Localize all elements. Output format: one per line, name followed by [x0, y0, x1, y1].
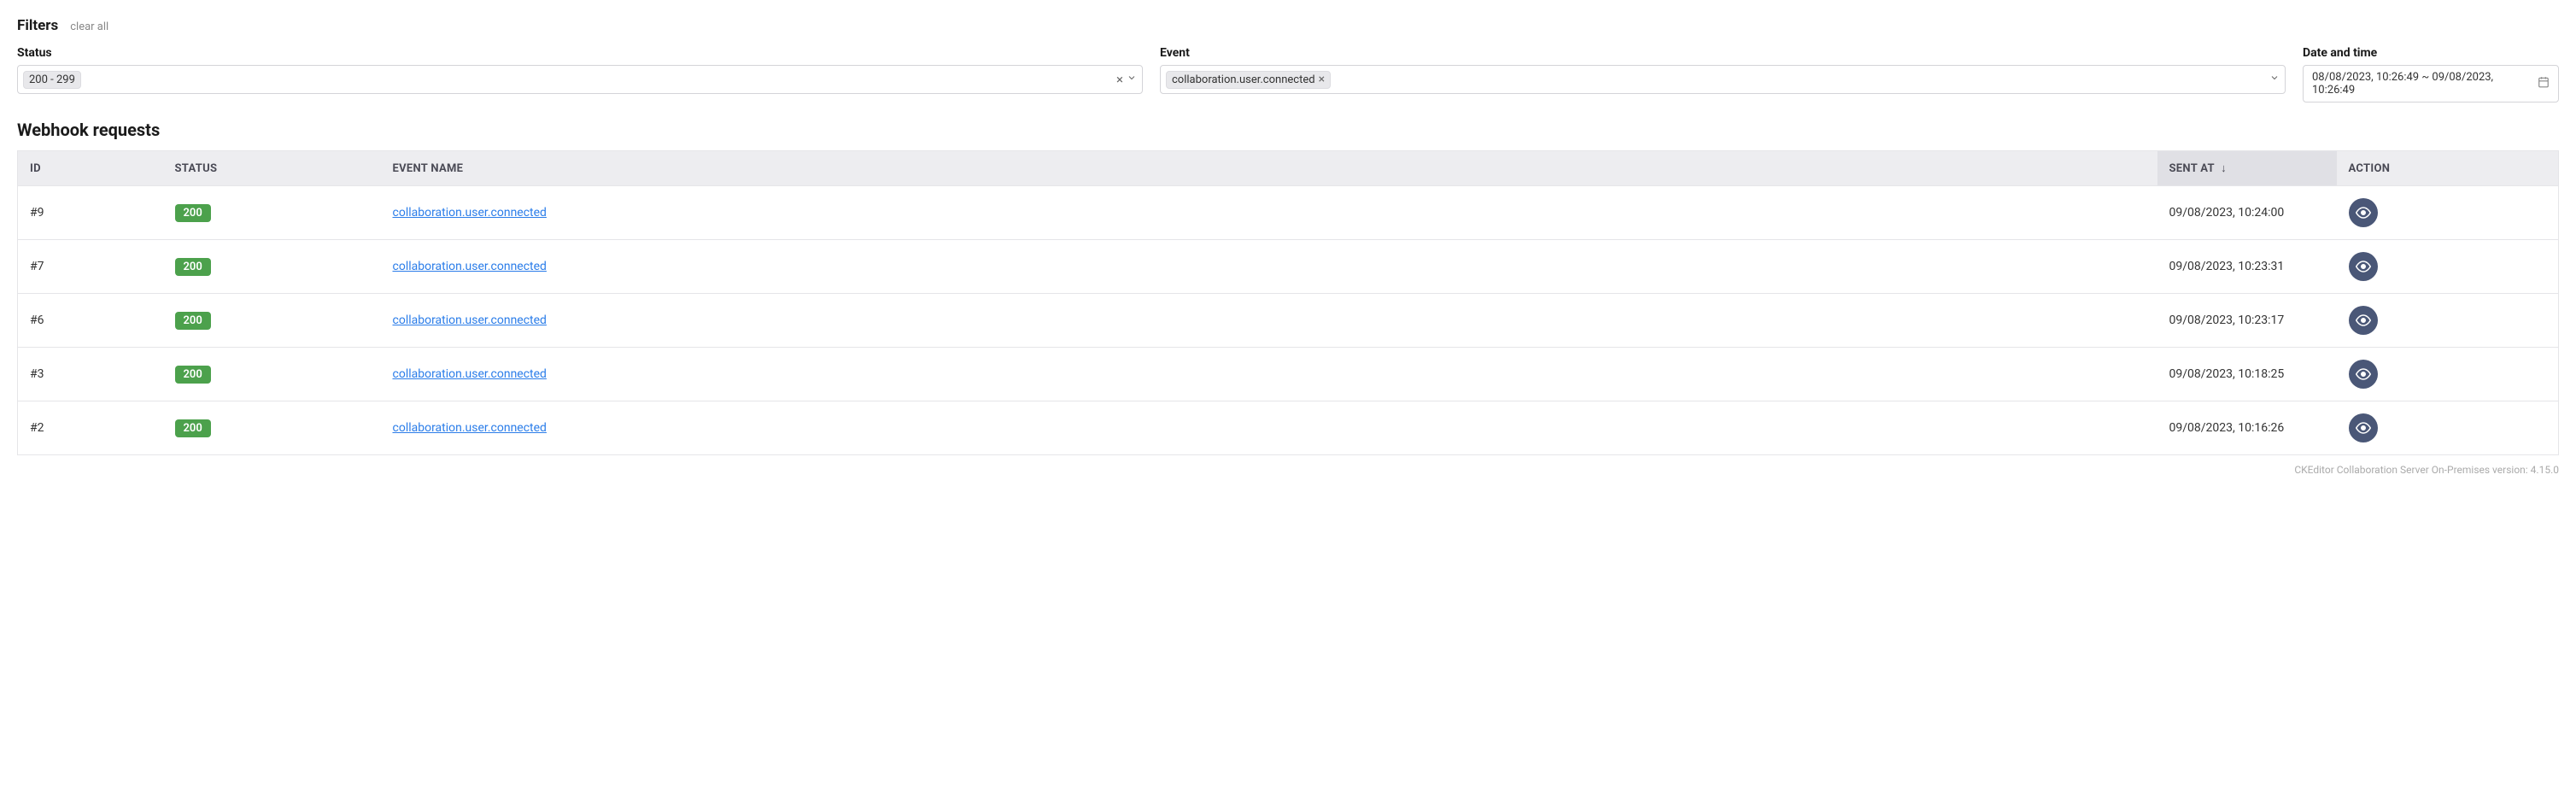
footer-version: CKEditor Collaboration Server On-Premise…	[17, 464, 2559, 476]
filters-title: Filters	[17, 17, 58, 34]
event-link[interactable]: collaboration.user.connected	[393, 421, 547, 435]
eye-icon	[2356, 205, 2371, 220]
view-button[interactable]	[2349, 413, 2378, 442]
cell-id: #7	[18, 240, 163, 294]
th-sent-label: SENT AT	[2169, 162, 2215, 175]
event-tag-label: collaboration.user.connected	[1172, 73, 1315, 86]
status-badge: 200	[175, 419, 211, 437]
view-button[interactable]	[2349, 252, 2378, 281]
th-status[interactable]: STATUS	[163, 151, 381, 186]
cell-sent-at: 09/08/2023, 10:24:00	[2157, 186, 2337, 240]
th-event[interactable]: EVENT NAME	[381, 151, 2157, 186]
status-select[interactable]: 200 - 299 ×	[17, 65, 1143, 94]
cell-id: #9	[18, 186, 163, 240]
chevron-down-icon[interactable]	[2269, 73, 2280, 86]
cell-id: #2	[18, 401, 163, 455]
section-title: Webhook requests	[17, 120, 2559, 140]
webhook-requests-table: ID STATUS EVENT NAME SENT AT ↓ ACTION #9…	[17, 150, 2559, 455]
calendar-icon[interactable]	[2538, 76, 2550, 91]
event-link[interactable]: collaboration.user.connected	[393, 313, 547, 327]
event-tag: collaboration.user.connected ×	[1166, 71, 1331, 89]
cell-sent-at: 09/08/2023, 10:23:31	[2157, 240, 2337, 294]
eye-icon	[2356, 366, 2371, 382]
status-label: Status	[17, 46, 1143, 60]
status-badge: 200	[175, 204, 211, 222]
event-link[interactable]: collaboration.user.connected	[393, 260, 547, 273]
th-action[interactable]: ACTION	[2337, 151, 2559, 186]
table-row: #6 200 collaboration.user.connected 09/0…	[18, 294, 2559, 348]
status-tag: 200 - 299	[23, 71, 81, 89]
table-row: #9 200 collaboration.user.connected 09/0…	[18, 186, 2559, 240]
status-badge: 200	[175, 312, 211, 330]
status-badge: 200	[175, 258, 211, 276]
status-badge: 200	[175, 366, 211, 384]
th-id[interactable]: ID	[18, 151, 163, 186]
chevron-down-icon[interactable]	[1127, 73, 1137, 86]
event-select[interactable]: collaboration.user.connected ×	[1160, 65, 2286, 94]
table-row: #2 200 collaboration.user.connected 09/0…	[18, 401, 2559, 455]
eye-icon	[2356, 313, 2371, 328]
table-row: #3 200 collaboration.user.connected 09/0…	[18, 348, 2559, 401]
sort-arrow-down-icon: ↓	[2221, 162, 2227, 175]
cell-sent-at: 09/08/2023, 10:23:17	[2157, 294, 2337, 348]
cell-id: #6	[18, 294, 163, 348]
cell-sent-at: 09/08/2023, 10:16:26	[2157, 401, 2337, 455]
status-tag-label: 200 - 299	[29, 73, 75, 86]
event-tag-remove-icon[interactable]: ×	[1319, 73, 1325, 85]
clear-all-link[interactable]: clear all	[70, 21, 108, 33]
view-button[interactable]	[2349, 306, 2378, 335]
view-button[interactable]	[2349, 360, 2378, 389]
date-label: Date and time	[2303, 46, 2559, 60]
table-row: #7 200 collaboration.user.connected 09/0…	[18, 240, 2559, 294]
event-label: Event	[1160, 46, 2286, 60]
eye-icon	[2356, 259, 2371, 274]
eye-icon	[2356, 420, 2371, 436]
date-input[interactable]: 08/08/2023, 10:26:49 ~ 09/08/2023, 10:26…	[2303, 65, 2559, 103]
th-sent-at[interactable]: SENT AT ↓	[2157, 151, 2337, 186]
view-button[interactable]	[2349, 198, 2378, 227]
cell-sent-at: 09/08/2023, 10:18:25	[2157, 348, 2337, 401]
status-clear-icon[interactable]: ×	[1116, 73, 1123, 86]
date-value: 08/08/2023, 10:26:49 ~ 09/08/2023, 10:26…	[2312, 71, 2538, 97]
cell-id: #3	[18, 348, 163, 401]
event-link[interactable]: collaboration.user.connected	[393, 206, 547, 220]
event-link[interactable]: collaboration.user.connected	[393, 367, 547, 381]
